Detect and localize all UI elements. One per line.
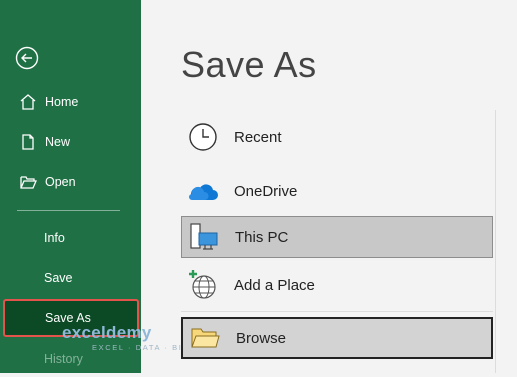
sidebar-item-home[interactable]: Home <box>0 84 141 120</box>
globe-add-icon <box>186 268 220 302</box>
sidebar-item-info[interactable]: Info <box>0 220 141 256</box>
location-this-pc[interactable]: This PC <box>181 216 493 258</box>
location-label: Add a Place <box>234 276 315 294</box>
browse-button[interactable]: Browse <box>181 317 493 359</box>
save-as-panel: Save As Recent OneDrive This PC Add a Pl… <box>141 0 517 373</box>
sidebar-item-label: History <box>44 352 83 366</box>
location-recent[interactable]: Recent <box>181 116 493 158</box>
location-add-a-place[interactable]: Add a Place <box>181 264 493 306</box>
open-folder-icon <box>18 172 38 192</box>
home-icon <box>18 92 38 112</box>
sidebar-divider <box>17 210 120 211</box>
sidebar-item-label: Info <box>44 231 65 245</box>
location-label: OneDrive <box>234 182 298 200</box>
location-label: This PC <box>235 228 289 246</box>
sidebar-item-label: Home <box>45 95 79 109</box>
sidebar-item-label: New <box>45 135 71 149</box>
sidebar-item-label: Save <box>44 271 73 285</box>
folder-icon <box>188 321 222 355</box>
watermark-logo: exceldemy <box>62 323 152 342</box>
sidebar-item-save[interactable]: Save <box>0 260 141 296</box>
back-arrow-icon[interactable] <box>15 46 39 70</box>
sidebar-item-new[interactable]: New <box>0 124 141 160</box>
location-label: Browse <box>236 329 287 347</box>
section-divider <box>181 311 493 312</box>
sidebar-item-label: Open <box>45 175 76 189</box>
location-onedrive[interactable]: OneDrive <box>181 170 493 212</box>
clock-icon <box>186 120 220 154</box>
sidebar-item-open[interactable]: Open <box>0 164 141 200</box>
computer-icon <box>187 220 221 254</box>
location-label: Recent <box>234 128 282 146</box>
panel-divider <box>495 110 496 373</box>
backstage-sidebar: Home New Open Info Save Save As History <box>0 0 141 373</box>
cloud-icon <box>186 174 220 208</box>
watermark-tagline: EXCEL · DATA · BI <box>92 343 183 352</box>
page-title: Save As <box>181 44 317 85</box>
new-document-icon <box>18 132 38 152</box>
